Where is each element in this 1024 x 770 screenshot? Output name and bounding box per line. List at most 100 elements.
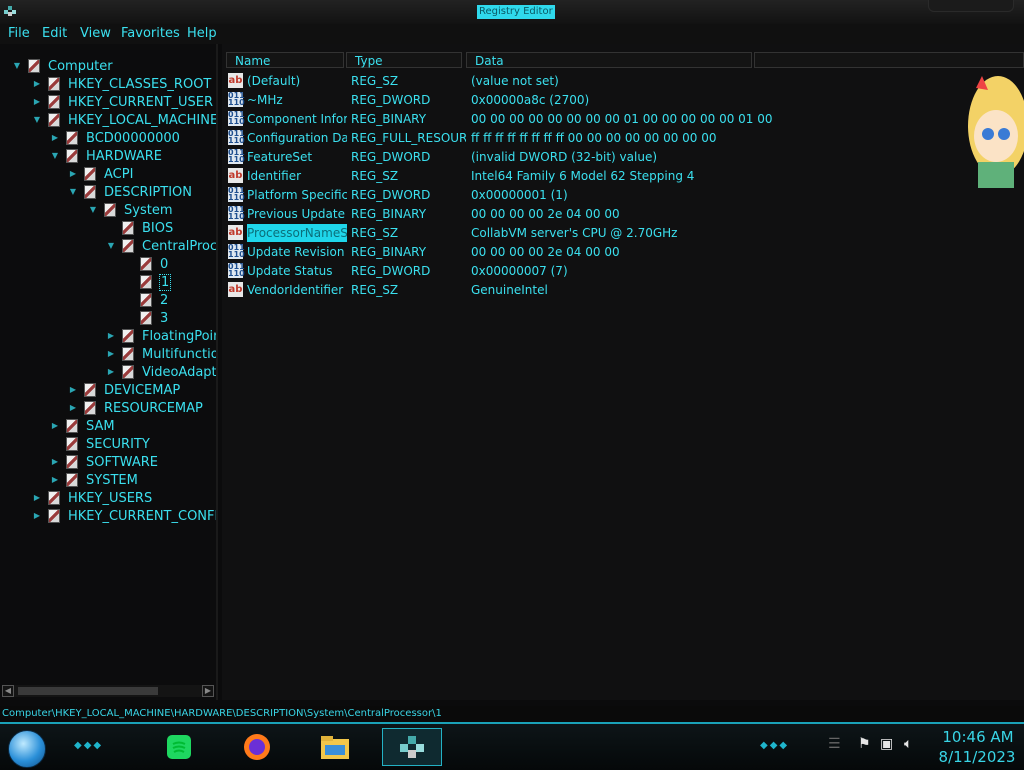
taskbar-file-explorer[interactable] xyxy=(316,728,354,766)
tree-node[interactable]: 2 xyxy=(124,291,168,309)
tree-node[interactable]: ▶ SYSTEM xyxy=(50,471,138,489)
tree-node[interactable]: ▼ HKEY_LOCAL_MACHINE xyxy=(32,111,216,129)
folder-icon xyxy=(66,473,78,487)
value-row[interactable]: ab Identifier REG_SZ Intel64 Family 6 Model… xyxy=(228,167,1008,185)
folder-icon xyxy=(122,365,134,379)
value-name: Update Status xyxy=(247,264,333,278)
collapse-arrow-icon[interactable]: ▼ xyxy=(50,151,60,161)
tree-node[interactable]: ▶ ACPI xyxy=(68,165,134,183)
tree-node[interactable]: ▶ VideoAdapte xyxy=(106,363,216,381)
tree-node[interactable]: ▶ FloatingPoint xyxy=(106,327,216,345)
tree-node[interactable]: ▼ DESCRIPTION xyxy=(68,183,192,201)
menu-favorites[interactable]: Favorites xyxy=(121,26,180,42)
expand-arrow-icon[interactable]: ▶ xyxy=(32,97,42,107)
tree-node[interactable]: ▶ SAM xyxy=(50,417,115,435)
flag-icon[interactable]: ⚑ xyxy=(858,736,871,752)
tree-node[interactable]: 1 xyxy=(124,273,172,291)
folder-icon xyxy=(66,419,78,433)
registry-editor-icon[interactable] xyxy=(3,4,17,18)
volume-icon[interactable]: 🔈︎ xyxy=(904,736,912,752)
tree-node[interactable]: ▼ System xyxy=(88,201,173,219)
collapse-arrow-icon[interactable]: ▼ xyxy=(88,205,98,215)
value-row[interactable]: 011 110 Update Revision REG_BINARY 00 00 00… xyxy=(228,243,1008,261)
expand-arrow-icon[interactable]: ▶ xyxy=(50,133,60,143)
value-name: Component Infor... xyxy=(247,112,347,126)
value-row[interactable]: 011 110Previous Update ... REG_BINARY 00 0… xyxy=(228,205,1008,223)
value-row[interactable]: ab (Default) REG_SZ (value not set) xyxy=(228,72,1008,90)
column-header-type[interactable]: Type xyxy=(346,52,462,68)
expand-arrow-icon[interactable]: ▶ xyxy=(32,511,42,521)
expand-arrow-icon[interactable]: ▶ xyxy=(106,367,116,377)
value-row[interactable]: 011 110 ~MHz REG_DWORD 0x00000a8c (2700) xyxy=(228,91,1008,109)
tree-node[interactable]: ▶ BCD00000000 xyxy=(50,129,180,147)
taskbar-registry-editor[interactable] xyxy=(382,728,442,766)
value-data: 00 00 00 00 2e 04 00 00 xyxy=(471,207,620,221)
value-row[interactable]: 011 110 Update Status REG_DWORD 0x00000007 … xyxy=(228,262,1008,280)
value-type: REG_BINARY xyxy=(351,112,427,126)
scroll-left-icon[interactable]: ◀ xyxy=(2,685,14,697)
expand-arrow-icon[interactable]: ▶ xyxy=(50,475,60,485)
tree-node[interactable]: ▶ DEVICEMAP xyxy=(68,381,180,399)
scroll-thumb[interactable] xyxy=(18,687,158,695)
value-data: CollabVM server's CPU @ 2.70GHz xyxy=(471,226,678,240)
menu-view[interactable]: View xyxy=(80,26,111,42)
tree-node[interactable]: ▶ HKEY_CURRENT_CONFI xyxy=(32,507,218,525)
value-row[interactable]: 011 110 FeatureSet REG_DWORD (invalid DWORD… xyxy=(228,148,1008,166)
expand-arrow-icon[interactable]: ▶ xyxy=(50,421,60,431)
expand-arrow-icon[interactable]: ▶ xyxy=(106,331,116,341)
tree-node[interactable]: ▶ RESOURCEMAP xyxy=(68,399,203,417)
binary-value-icon: 011 110 xyxy=(228,243,245,259)
tree-node[interactable]: ▶ SOFTWARE xyxy=(50,453,158,471)
scroll-right-icon[interactable]: ▶ xyxy=(202,685,214,697)
tree-node[interactable]: ▶ HKEY_USERS xyxy=(32,489,152,507)
tree-node[interactable]: ▼ CentralProce xyxy=(106,237,216,255)
show-hidden-icons[interactable]: ☰ xyxy=(828,736,841,752)
no-expander xyxy=(50,439,60,449)
expand-arrow-icon[interactable]: ▶ xyxy=(68,403,78,413)
column-header-name[interactable]: Name xyxy=(226,52,344,68)
binary-value-icon: 011 110 xyxy=(228,91,245,107)
value-row[interactable]: ab ProcessorNameS REG_SZ CollabVM server's … xyxy=(228,224,1008,242)
clock-date[interactable]: 8/11/2023 xyxy=(932,748,1022,766)
collapse-arrow-icon[interactable]: ▼ xyxy=(32,115,42,125)
tree-node[interactable]: SECURITY xyxy=(50,435,150,453)
collapse-arrow-icon[interactable]: ▼ xyxy=(106,241,116,251)
folder-icon xyxy=(48,95,60,109)
taskbar-spotify[interactable] xyxy=(160,728,198,766)
window-controls[interactable] xyxy=(928,0,1014,12)
tree-node[interactable]: ▼ HARDWARE xyxy=(50,147,162,165)
value-row[interactable]: 011 110Configuration Data REG_FULL_RESOUR… xyxy=(228,129,1008,147)
menu-file[interactable]: File xyxy=(8,26,30,42)
clock-time[interactable]: 10:46 AM xyxy=(938,728,1018,746)
menu-edit[interactable]: Edit xyxy=(42,26,67,42)
tree-node[interactable]: ▶ Multifunction. xyxy=(106,345,216,363)
tree-horizontal-scrollbar[interactable]: ◀ ▶ xyxy=(2,685,214,697)
value-name: (Default) xyxy=(247,74,301,88)
expand-arrow-icon[interactable]: ▶ xyxy=(32,79,42,89)
tree-node[interactable]: ▶ HKEY_CLASSES_ROOT xyxy=(32,75,211,93)
expand-arrow-icon[interactable]: ▶ xyxy=(106,349,116,359)
key-tree-pane[interactable]: ▼ Computer ▶ HKEY_CLASSES_ROOT ▶ HKEY_CURRENT… xyxy=(0,44,218,700)
taskbar-firefox[interactable] xyxy=(238,728,276,766)
value-data: 0x00000a8c (2700) xyxy=(471,93,590,107)
tree-node[interactable]: 0 xyxy=(124,255,168,273)
value-row[interactable]: 011 110Platform Specific ... REG_DWORD 0x0… xyxy=(228,186,1008,204)
expand-arrow-icon[interactable]: ▶ xyxy=(32,493,42,503)
column-header-data[interactable]: Data xyxy=(466,52,752,68)
start-button[interactable] xyxy=(8,730,46,768)
expand-arrow-icon[interactable]: ▶ xyxy=(68,169,78,179)
value-row[interactable]: ab VendorIdentifier REG_SZ GenuineIntel xyxy=(228,281,1008,299)
expand-arrow-icon[interactable]: ▶ xyxy=(50,457,60,467)
tree-node[interactable]: BIOS xyxy=(106,219,173,237)
network-icon[interactable]: ▣ xyxy=(880,736,893,752)
menu-help[interactable]: Help xyxy=(187,26,217,42)
tree-node[interactable]: ▶ HKEY_CURRENT_USER xyxy=(32,93,213,111)
tree-node[interactable]: ▼ Computer xyxy=(12,57,113,75)
tree-node-label: HKEY_CURRENT_CONFI xyxy=(68,508,218,524)
value-row[interactable]: 011 110Component Infor... REG_BINARY 00 00… xyxy=(228,110,1008,128)
values-list-pane[interactable]: Name Type Data ab (Default) REG_SZ (value n… xyxy=(222,44,1024,700)
collapse-arrow-icon[interactable]: ▼ xyxy=(68,187,78,197)
expand-arrow-icon[interactable]: ▶ xyxy=(68,385,78,395)
collapse-arrow-icon[interactable]: ▼ xyxy=(12,61,22,71)
tree-node[interactable]: 3 xyxy=(124,309,168,327)
